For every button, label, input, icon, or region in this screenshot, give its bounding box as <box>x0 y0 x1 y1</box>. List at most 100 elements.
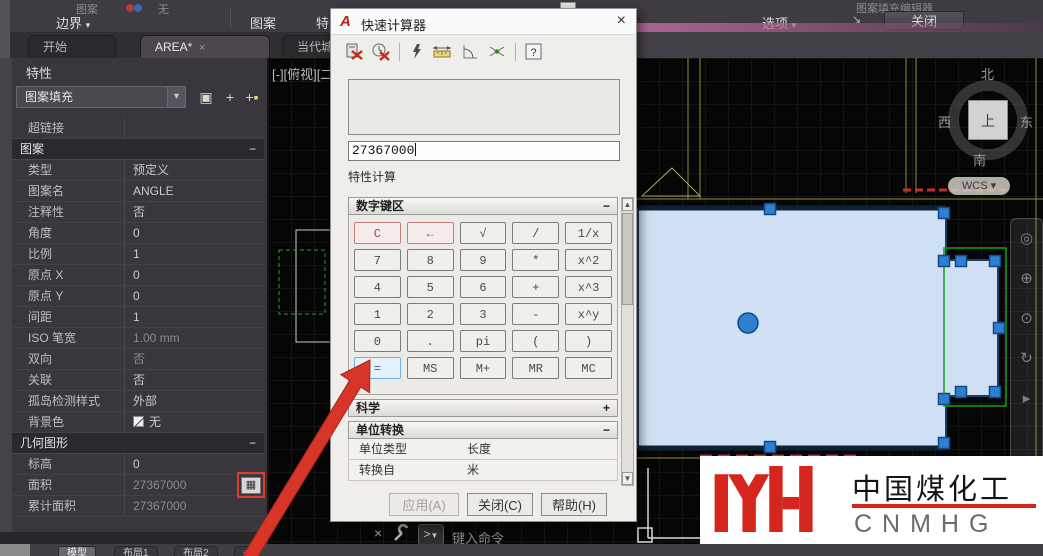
calc-key-1[interactable]: 1 <box>354 303 401 325</box>
calc-key-open-paren[interactable]: ( <box>512 330 559 352</box>
calc-key-6[interactable]: 6 <box>460 276 507 298</box>
section-header-geometry[interactable]: 几何图形 − <box>12 433 264 454</box>
scroll-down-icon[interactable]: ▼ <box>622 472 633 485</box>
intersection-icon[interactable] <box>488 43 506 61</box>
calc-key-9[interactable]: 9 <box>460 249 507 271</box>
dialog-close-icon[interactable]: × <box>617 12 626 30</box>
calc-key-inverse[interactable]: 1/x <box>565 222 612 244</box>
calc-key-backspace[interactable]: ← <box>407 222 454 244</box>
palette-grip[interactable] <box>0 58 12 532</box>
calc-key-close-paren[interactable]: ) <box>565 330 612 352</box>
get-coordinates-icon[interactable] <box>409 43 423 61</box>
calc-key-clear[interactable]: C <box>354 222 401 244</box>
unit-type-row[interactable]: 单位类型 长度 <box>348 439 618 460</box>
distance-icon[interactable] <box>432 43 452 61</box>
calc-key-plus[interactable]: + <box>512 276 559 298</box>
property-row[interactable]: 原点 Y0 <box>12 286 264 307</box>
zoom-icon[interactable]: ⊙ <box>1020 309 1033 327</box>
wcs-menu[interactable]: WCS ▾ <box>948 177 1010 195</box>
property-row-area[interactable]: 面积 27367000 ▦ <box>12 475 264 496</box>
calc-key-minus[interactable]: - <box>512 303 559 325</box>
calc-input-field[interactable]: 27367000 <box>348 141 620 161</box>
property-row[interactable]: 角度0 <box>12 223 264 244</box>
viewcube-north-label[interactable]: 北 <box>981 64 994 83</box>
help-icon[interactable]: ? <box>525 43 543 61</box>
property-row-background-color[interactable]: 背景色 无 <box>12 412 264 433</box>
tab-area[interactable]: AREA* × <box>140 35 270 58</box>
select-objects-icon[interactable]: + <box>220 86 240 108</box>
quick-select-icon[interactable]: ▣ <box>196 86 216 108</box>
clear-history-icon[interactable] <box>372 43 390 61</box>
showmotion-icon[interactable]: ▸ <box>1023 389 1031 407</box>
orbit-icon[interactable]: ↻ <box>1020 349 1033 367</box>
calc-key-mr[interactable]: MR <box>512 357 559 379</box>
tab-add-layout[interactable]: + <box>234 546 258 556</box>
calc-key-divide[interactable]: / <box>512 222 559 244</box>
section-header-pattern[interactable]: 图案 − <box>12 139 264 160</box>
pan-icon[interactable]: ⊕ <box>1020 269 1033 287</box>
property-row[interactable]: 比例1 <box>12 244 264 265</box>
property-row[interactable]: 原点 X0 <box>12 265 264 286</box>
tab-close-icon[interactable]: × <box>199 42 205 54</box>
viewcube-west-label[interactable]: 西 <box>938 112 951 131</box>
calc-key-sqrt[interactable]: √ <box>460 222 507 244</box>
calc-key-pi[interactable]: pi <box>460 330 507 352</box>
wrench-icon[interactable] <box>392 524 412 544</box>
property-row[interactable]: 标高0 <box>12 454 264 475</box>
commandline-close-icon[interactable]: × <box>374 525 382 541</box>
chevron-down-icon[interactable]: ▾ <box>167 87 185 107</box>
calc-key-0[interactable]: 0 <box>354 330 401 352</box>
property-row[interactable]: 孤岛检测样式外部 <box>12 391 264 412</box>
property-row[interactable]: 类型预定义 <box>12 160 264 181</box>
command-prompt-icon[interactable]: >▼ <box>418 524 444 545</box>
apply-button[interactable]: 应用(A) <box>389 493 459 516</box>
calc-key-mplus[interactable]: M+ <box>460 357 507 379</box>
numpad-section-header[interactable]: 数字键区 − <box>348 197 618 215</box>
property-row[interactable]: 间距1 <box>12 307 264 328</box>
tab-layout2[interactable]: 布局2 <box>174 546 218 556</box>
collapse-icon[interactable]: − <box>249 433 256 453</box>
dialog-scrollbar[interactable]: ▲ ▼ <box>621 197 634 486</box>
scientific-section-header[interactable]: 科学 + <box>348 399 618 417</box>
property-row[interactable]: ISO 笔宽1.00 mm <box>12 328 264 349</box>
collapse-icon[interactable]: − <box>603 422 610 438</box>
collapse-icon[interactable]: − <box>249 139 256 159</box>
property-row[interactable]: 关联否 <box>12 370 264 391</box>
calc-key-ms[interactable]: MS <box>407 357 454 379</box>
units-section-header[interactable]: 单位转换 − <box>348 421 618 439</box>
calc-key-7[interactable]: 7 <box>354 249 401 271</box>
tab-layout1[interactable]: 布局1 <box>114 546 158 556</box>
calc-key-power[interactable]: x^y <box>565 303 612 325</box>
property-row[interactable]: 累计面积27367000 <box>12 496 264 517</box>
scroll-thumb[interactable] <box>622 213 633 305</box>
property-row[interactable]: 图案名ANGLE <box>12 181 264 202</box>
viewcube-east-label[interactable]: 东 <box>1020 112 1033 131</box>
scroll-up-icon[interactable]: ▲ <box>622 198 633 211</box>
calc-key-8[interactable]: 8 <box>407 249 454 271</box>
object-type-selector[interactable]: 图案填充 ▾ <box>16 86 186 108</box>
fullnav-wheel-icon[interactable]: ◎ <box>1020 229 1033 247</box>
property-row-hyperlink[interactable]: 超链接 <box>12 118 264 139</box>
calc-key-5[interactable]: 5 <box>407 276 454 298</box>
property-row[interactable]: 注释性否 <box>12 202 264 223</box>
boundary-panel-button[interactable]: 边界 ▾ <box>56 13 90 32</box>
viewcube-top-face[interactable]: 上 <box>968 100 1008 140</box>
tab-start[interactable]: 开始 <box>28 35 116 58</box>
angle-icon[interactable] <box>461 43 479 61</box>
calc-key-3[interactable]: 3 <box>460 303 507 325</box>
property-row[interactable]: 双向否 <box>12 349 264 370</box>
close-button[interactable]: 关闭(C) <box>467 493 533 516</box>
collapse-icon[interactable]: − <box>603 198 610 214</box>
calc-key-4[interactable]: 4 <box>354 276 401 298</box>
pattern-panel-button[interactable]: 图案 <box>250 13 276 32</box>
history-area[interactable] <box>348 79 620 135</box>
calc-key-multiply[interactable]: * <box>512 249 559 271</box>
expand-icon[interactable]: + <box>603 400 610 416</box>
help-button[interactable]: 帮助(H) <box>541 493 607 516</box>
calc-key-cube[interactable]: x^3 <box>565 276 612 298</box>
calc-key-equals[interactable]: = <box>354 357 401 379</box>
convert-from-row[interactable]: 转换自 米 <box>348 460 618 481</box>
dialog-titlebar[interactable]: A 快速计算器 × <box>331 9 636 35</box>
clear-icon[interactable] <box>345 43 363 61</box>
calc-key-mc[interactable]: MC <box>565 357 612 379</box>
